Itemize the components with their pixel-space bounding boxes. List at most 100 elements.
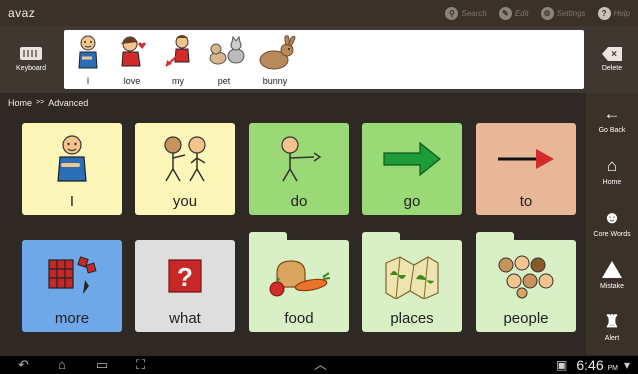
vocabulary-grid: I you do go to more ? what food places p… <box>0 111 586 352</box>
person-icon <box>57 135 87 182</box>
home-nav-icon[interactable]: ⌂ <box>58 357 66 373</box>
mistake-button[interactable]: Mistake <box>586 249 638 301</box>
wifi-icon: ▾ <box>623 358 630 372</box>
back-nav-icon[interactable]: ↶ <box>18 357 29 373</box>
red-arrow-icon <box>498 149 554 169</box>
breadcrumb-current: Advanced <box>48 97 89 108</box>
tile-do[interactable]: do <box>249 123 349 215</box>
clock: 6:46 PM <box>576 356 618 374</box>
message-word-label: my <box>172 76 184 86</box>
message-word[interactable]: I <box>66 30 110 89</box>
people-icon <box>498 255 554 299</box>
message-box[interactable]: I love my pet bunny <box>64 30 584 89</box>
edit-icon: ✎ <box>498 6 512 20</box>
food-icon <box>269 260 331 297</box>
go-back-button[interactable]: ← Go Back <box>586 93 638 145</box>
core-words-button[interactable]: ☻ Core Words <box>586 197 638 249</box>
warning-icon <box>602 260 622 278</box>
tile-label: people <box>503 310 549 327</box>
love-icon <box>121 36 146 67</box>
breadcrumb-home[interactable]: Home <box>8 98 32 108</box>
settings-button[interactable]: ⚙ Settings <box>540 6 586 20</box>
search-button[interactable]: ⚲ Search <box>445 6 487 20</box>
help-button[interactable]: ? Help <box>597 6 630 20</box>
my-icon <box>165 35 190 67</box>
home-button[interactable]: ⌂ Home <box>586 145 638 197</box>
tile-label: what <box>169 310 201 327</box>
back-arrow-icon: ← <box>603 103 621 123</box>
tile-you[interactable]: you <box>135 123 235 215</box>
help-icon: ? <box>597 6 611 20</box>
alert-button[interactable]: ♜ Alert <box>586 301 638 353</box>
gear-icon: ⚙ <box>540 6 554 20</box>
top-bar: avaz ⚲ Search ✎ Edit ⚙ Settings ? Help <box>0 0 638 26</box>
pet-icon <box>209 35 245 65</box>
keyboard-button[interactable]: Keyboard <box>0 26 62 93</box>
you-icon <box>164 136 206 182</box>
tile-label: places <box>390 310 434 327</box>
person-icon <box>78 35 98 69</box>
green-arrow-icon <box>383 141 441 177</box>
gallery-icon: ▣ <box>556 358 568 372</box>
tile-food-folder[interactable]: food <box>249 240 349 332</box>
folder-tab <box>476 232 514 240</box>
tile-label: to <box>519 193 533 210</box>
message-word-label: pet <box>217 76 231 86</box>
help-label: Help <box>613 8 630 18</box>
tile-label: I <box>69 193 75 210</box>
tile-places-folder[interactable]: places <box>362 240 462 332</box>
question-icon: ? <box>168 259 202 293</box>
delete-icon: × <box>602 47 622 61</box>
tile-label: you <box>172 193 198 210</box>
breadcrumb: Home >> Advanced <box>0 94 586 111</box>
tile-go[interactable]: go <box>362 123 462 215</box>
search-label: Search <box>461 8 487 18</box>
speaker-head-icon: ☻ <box>603 207 621 227</box>
message-bar: Keyboard I love my pet bunny × Delete <box>0 26 638 93</box>
recent-apps-icon[interactable]: ▭ <box>96 357 108 373</box>
avaz-app: avaz ⚲ Search ✎ Edit ⚙ Settings ? Help K… <box>0 0 638 374</box>
clock-time: 6:46 <box>576 357 604 373</box>
folder-tab <box>362 232 400 240</box>
home-label: Home <box>602 178 622 186</box>
edit-label: Edit <box>514 8 529 18</box>
tile-i[interactable]: I <box>22 123 122 215</box>
mistake-label: Mistake <box>599 282 625 290</box>
top-actions: ⚲ Search ✎ Edit ⚙ Settings ? Help <box>445 6 630 20</box>
tile-to[interactable]: to <box>476 123 576 215</box>
delete-button[interactable]: × Delete <box>586 26 638 93</box>
message-word-label: bunny <box>262 76 288 86</box>
tile-label: do <box>290 193 308 210</box>
system-nav-bar: ↶ ⌂ ▭ ⛶ ︿ ▣ 6:46 PM ▾ <box>0 356 638 374</box>
message-word-label: I <box>86 76 90 86</box>
breadcrumb-separator: >> <box>36 99 45 106</box>
tile-label: go <box>403 193 421 210</box>
alert-label: Alert <box>604 334 620 342</box>
message-word[interactable]: love <box>110 30 154 89</box>
go-back-label: Go Back <box>598 126 626 134</box>
sidebar: ← Go Back ⌂ Home ☻ Core Words Mistake ♜ … <box>586 93 638 355</box>
search-icon: ⚲ <box>445 6 459 20</box>
keyboard-icon <box>20 47 42 60</box>
bell-icon: ♜ <box>604 311 620 331</box>
chevron-up-icon[interactable]: ︿ <box>314 357 327 373</box>
keyboard-label: Keyboard <box>16 65 46 72</box>
message-word[interactable]: my <box>156 30 200 89</box>
do-icon <box>281 136 322 182</box>
more-icon <box>48 256 97 294</box>
tile-label: more <box>54 310 90 327</box>
screenshot-icon[interactable]: ⛶ <box>136 357 145 373</box>
message-word[interactable]: bunny <box>250 30 300 89</box>
clock-ampm: PM <box>607 365 619 372</box>
tile-what[interactable]: ? what <box>135 240 235 332</box>
tile-label: food <box>284 310 314 327</box>
tile-people-folder[interactable]: people <box>476 240 576 332</box>
folder-tab <box>249 232 287 240</box>
tile-more[interactable]: more <box>22 240 122 332</box>
delete-label: Delete <box>601 65 623 72</box>
settings-label: Settings <box>556 8 586 18</box>
edit-button[interactable]: ✎ Edit <box>498 6 529 20</box>
home-icon: ⌂ <box>606 155 618 175</box>
message-word[interactable]: pet <box>202 30 246 89</box>
map-icon <box>385 256 439 299</box>
